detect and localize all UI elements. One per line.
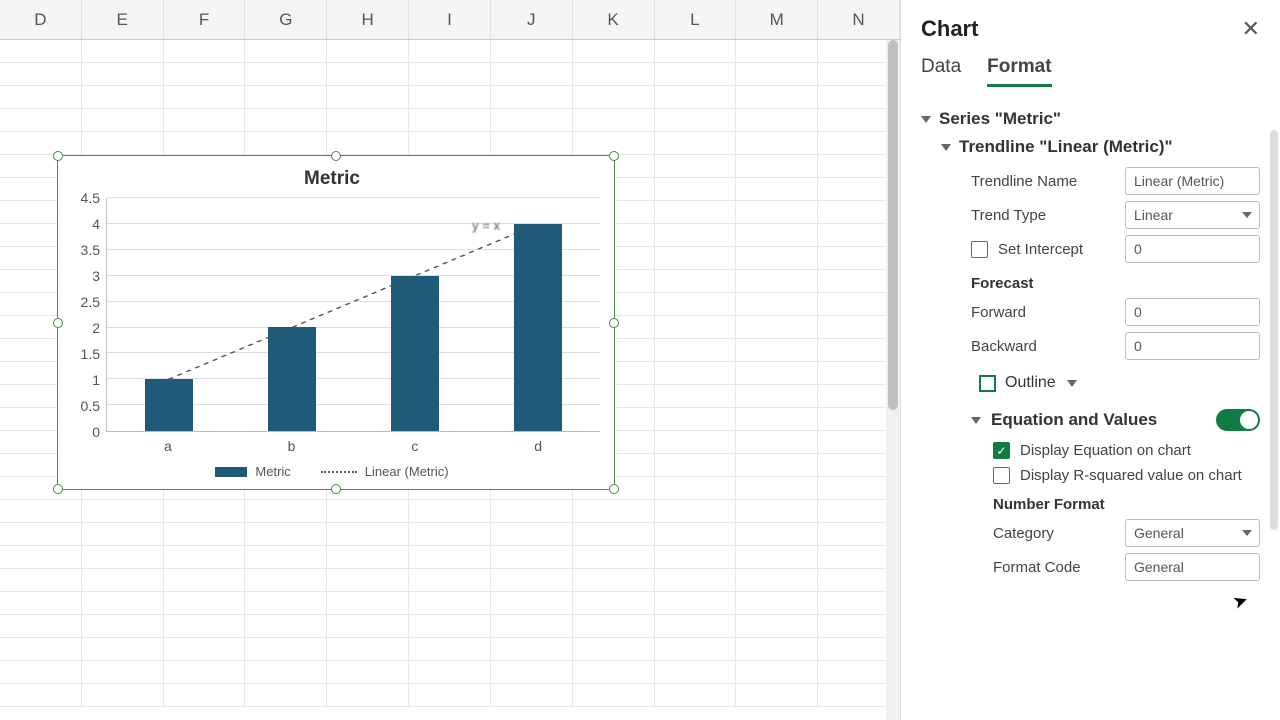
col-header[interactable]: K bbox=[573, 0, 655, 39]
col-header[interactable]: M bbox=[736, 0, 818, 39]
plot-area[interactable]: y = x bbox=[106, 198, 600, 432]
x-tick: d bbox=[534, 438, 542, 454]
cursor-icon: ➤ bbox=[1230, 589, 1251, 614]
resize-handle[interactable] bbox=[53, 484, 63, 494]
forward-label: Forward bbox=[971, 304, 1026, 321]
resize-handle[interactable] bbox=[609, 484, 619, 494]
trend-type-label: Trend Type bbox=[971, 207, 1046, 224]
panel-title: Chart bbox=[921, 16, 978, 42]
y-axis[interactable]: 4.5 4 3.5 3 2.5 2 1.5 1 0.5 0 bbox=[64, 198, 106, 432]
spreadsheet-area[interactable]: D E F G H I J K L M N bbox=[0, 0, 900, 720]
chevron-down-icon bbox=[971, 417, 981, 424]
display-equation-label: Display Equation on chart bbox=[1020, 442, 1191, 459]
col-header[interactable]: D bbox=[0, 0, 82, 39]
col-header[interactable]: H bbox=[327, 0, 409, 39]
panel-scrollbar[interactable] bbox=[1270, 130, 1278, 530]
section-trendline[interactable]: Trendline "Linear (Metric)" bbox=[941, 133, 1260, 161]
chart-title[interactable]: Metric bbox=[64, 168, 600, 190]
set-intercept-label: Set Intercept bbox=[998, 241, 1083, 258]
toggle-knob bbox=[1240, 411, 1258, 429]
col-header[interactable]: J bbox=[491, 0, 573, 39]
legend[interactable]: Metric Linear (Metric) bbox=[64, 464, 600, 479]
col-header[interactable]: E bbox=[82, 0, 164, 39]
trendline-name-label: Trendline Name bbox=[971, 173, 1077, 190]
x-tick: b bbox=[288, 438, 296, 454]
display-r2-checkbox[interactable] bbox=[993, 467, 1010, 484]
backward-input[interactable] bbox=[1125, 332, 1260, 360]
resize-handle[interactable] bbox=[331, 484, 341, 494]
tab-format[interactable]: Format bbox=[987, 56, 1051, 87]
close-button[interactable]: ✕ bbox=[1242, 16, 1260, 42]
display-equation-checkbox[interactable]: ✓ bbox=[993, 442, 1010, 459]
resize-handle[interactable] bbox=[331, 151, 341, 161]
forward-input[interactable] bbox=[1125, 298, 1260, 326]
x-tick: a bbox=[164, 438, 172, 454]
set-intercept-input[interactable] bbox=[1125, 235, 1260, 263]
resize-handle[interactable] bbox=[53, 318, 63, 328]
col-header[interactable]: N bbox=[818, 0, 900, 39]
trend-type-select[interactable] bbox=[1125, 201, 1260, 229]
resize-handle[interactable] bbox=[609, 318, 619, 328]
bar[interactable] bbox=[268, 327, 316, 431]
col-header[interactable]: F bbox=[164, 0, 246, 39]
section-equation-values[interactable]: Equation and Values bbox=[971, 406, 1157, 434]
equation-label[interactable]: y = x bbox=[472, 218, 500, 233]
chevron-down-icon bbox=[1067, 380, 1077, 387]
trendline-name-input[interactable] bbox=[1125, 167, 1260, 195]
close-icon: ✕ bbox=[1242, 16, 1260, 41]
chart-format-panel: Chart ✕ Data Format Series "Metric" Tren… bbox=[900, 0, 1280, 720]
legend-swatch-line bbox=[321, 471, 357, 473]
col-header[interactable]: G bbox=[245, 0, 327, 39]
display-r2-label: Display R-squared value on chart bbox=[1020, 467, 1242, 484]
scrollbar-thumb[interactable] bbox=[888, 40, 898, 410]
panel-tabs: Data Format bbox=[921, 56, 1260, 87]
chevron-down-icon bbox=[921, 116, 931, 123]
bar[interactable] bbox=[391, 276, 439, 431]
resize-handle[interactable] bbox=[609, 151, 619, 161]
category-select[interactable] bbox=[1125, 519, 1260, 547]
tab-data[interactable]: Data bbox=[921, 56, 961, 87]
outline-icon bbox=[979, 375, 996, 392]
x-tick: c bbox=[411, 438, 418, 454]
number-format-heading: Number Format bbox=[993, 496, 1260, 513]
chevron-down-icon bbox=[941, 144, 951, 151]
legend-item-metric[interactable]: Metric bbox=[215, 464, 290, 479]
col-header[interactable]: L bbox=[655, 0, 737, 39]
outline-button[interactable]: Outline bbox=[979, 374, 1260, 392]
format-code-input[interactable] bbox=[1125, 553, 1260, 581]
legend-swatch-bar bbox=[215, 467, 247, 477]
x-axis[interactable]: a b c d bbox=[64, 438, 600, 454]
set-intercept-checkbox[interactable] bbox=[971, 241, 988, 258]
vertical-scrollbar[interactable] bbox=[886, 40, 900, 720]
bar[interactable] bbox=[145, 379, 193, 431]
resize-handle[interactable] bbox=[53, 151, 63, 161]
backward-label: Backward bbox=[971, 338, 1037, 355]
bar[interactable] bbox=[514, 224, 562, 431]
section-series[interactable]: Series "Metric" bbox=[921, 105, 1260, 133]
col-header[interactable]: I bbox=[409, 0, 491, 39]
forecast-heading: Forecast bbox=[971, 275, 1260, 292]
chart-object[interactable]: Metric 4.5 4 3.5 3 2.5 2 1.5 1 0.5 0 bbox=[57, 155, 615, 490]
format-code-label: Format Code bbox=[993, 559, 1081, 576]
legend-item-trendline[interactable]: Linear (Metric) bbox=[321, 464, 449, 479]
column-headers: D E F G H I J K L M N bbox=[0, 0, 900, 40]
category-label: Category bbox=[993, 525, 1054, 542]
equation-values-toggle[interactable] bbox=[1216, 409, 1260, 431]
